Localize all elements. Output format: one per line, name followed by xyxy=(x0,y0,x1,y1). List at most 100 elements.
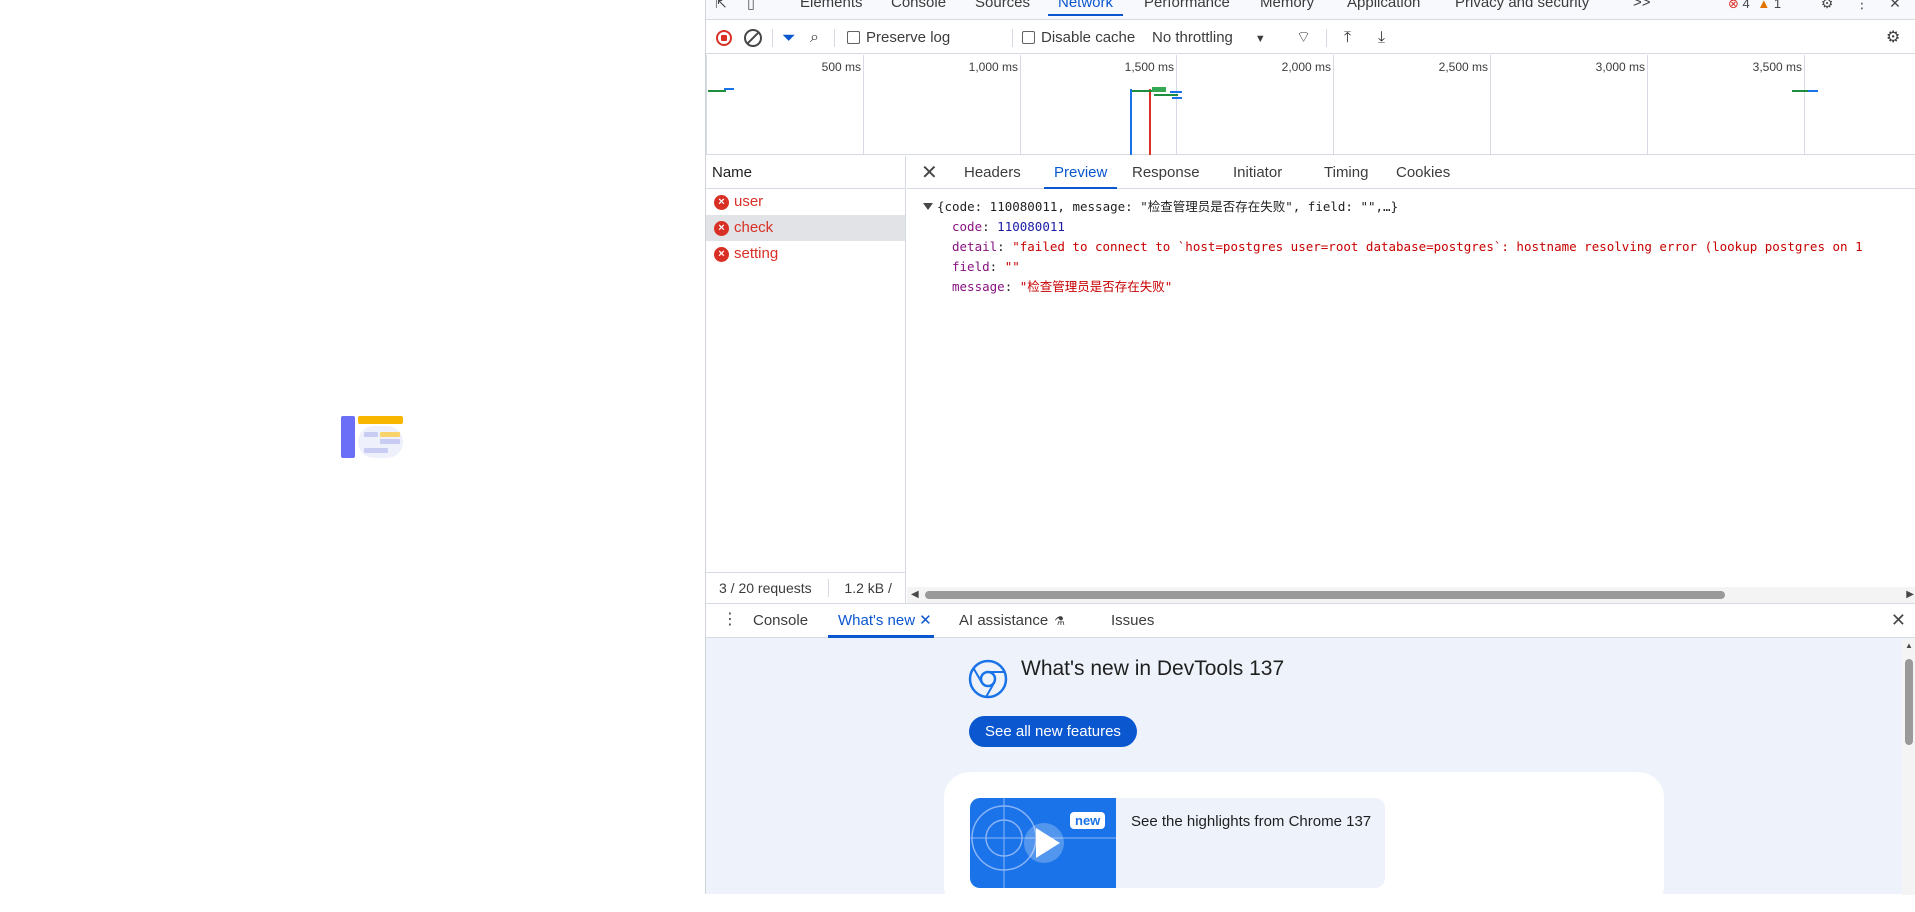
overview-tick: 500 ms xyxy=(821,60,861,74)
tab-timing[interactable]: Timing xyxy=(1324,156,1368,189)
request-row-check[interactable]: × check xyxy=(706,215,905,241)
highlights-card: new See the highlights from Chrome 137 xyxy=(944,772,1664,912)
scrollbar-thumb[interactable] xyxy=(925,591,1725,599)
network-overview[interactable]: 500 ms 1,000 ms 1,500 ms 2,000 ms 2,500 … xyxy=(706,55,1915,155)
json-field-code: code: 110080011 xyxy=(952,219,1065,234)
drawer-menu-icon[interactable]: ⋮ xyxy=(722,612,738,628)
network-toolbar: ⏷ ⌕ Preserve log Disable cache No thrott… xyxy=(706,21,1915,54)
json-field-detail: detail: "failed to connect to `host=post… xyxy=(952,239,1863,254)
more-options-icon[interactable]: ⋮ xyxy=(1853,0,1871,12)
highlight-item[interactable]: new See the highlights from Chrome 137 xyxy=(970,798,1385,888)
horizontal-scrollbar[interactable]: ◀ ▶ xyxy=(907,587,1915,603)
request-detail: ✕ Headers Preview Response Initiator Tim… xyxy=(907,156,1915,603)
devtools-panel: ⇱ ▯ Elements Console Sources Network Per… xyxy=(705,0,1915,912)
scroll-up-icon[interactable]: ▲ xyxy=(1905,641,1913,650)
chrome-devtools-logo-icon xyxy=(968,659,1008,699)
overview-tick: 3,000 ms xyxy=(1595,60,1645,74)
overview-tick: 2,500 ms xyxy=(1438,60,1488,74)
whats-new-title: What's new in DevTools 137 xyxy=(1021,657,1285,680)
detail-tabs: ✕ Headers Preview Response Initiator Tim… xyxy=(907,156,1915,189)
overview-tick: 2,000 ms xyxy=(1281,60,1331,74)
request-row-setting[interactable]: × setting xyxy=(706,241,905,267)
error-icon: × xyxy=(714,247,729,262)
preserve-log-label: Preserve log xyxy=(866,29,951,46)
tab-initiator[interactable]: Initiator xyxy=(1233,156,1282,189)
error-icon: × xyxy=(714,195,729,210)
import-har-icon[interactable]: ⤒ xyxy=(1344,21,1351,54)
request-row-user[interactable]: × user xyxy=(706,189,905,215)
inspect-element-icon[interactable]: ⇱ xyxy=(712,0,730,12)
json-summary: {code: 110080011, message: "检查管理员是否存在失败"… xyxy=(937,199,1399,214)
loading-placeholder-icon xyxy=(341,416,403,458)
see-all-features-button[interactable]: See all new features xyxy=(969,716,1137,747)
close-drawer-icon[interactable]: ✕ xyxy=(1891,610,1906,631)
scroll-right-icon[interactable]: ▶ xyxy=(1906,589,1914,600)
error-icon: ⊗ xyxy=(1728,0,1739,11)
tab-network[interactable]: Network xyxy=(1047,0,1124,19)
close-devtools-icon[interactable]: ✕ xyxy=(1886,0,1904,12)
tab-console[interactable]: Console xyxy=(891,0,946,19)
scroll-left-icon[interactable]: ◀ xyxy=(911,589,919,600)
error-count-badge[interactable]: ⊗ 4 ▲ 1 xyxy=(1728,0,1781,12)
vertical-scrollbar[interactable]: ▲ xyxy=(1902,639,1915,895)
experiment-flask-icon: ⚗ xyxy=(1054,614,1065,628)
page-content xyxy=(0,0,705,894)
request-name: user xyxy=(734,193,764,210)
filter-icon[interactable]: ⏷ xyxy=(782,21,796,54)
tab-sources[interactable]: Sources xyxy=(975,0,1030,19)
close-tab-icon[interactable]: ✕ xyxy=(919,612,932,629)
throttling-select[interactable]: No throttling ▼ xyxy=(1152,21,1266,54)
stop-recording-icon[interactable] xyxy=(716,30,732,46)
clear-icon[interactable] xyxy=(744,29,762,47)
request-status-bar: 3 / 20 requests 1.2 kB / xyxy=(706,572,905,603)
scrollbar-thumb[interactable] xyxy=(1905,659,1913,745)
close-detail-icon[interactable]: ✕ xyxy=(921,160,938,185)
disable-cache-label: Disable cache xyxy=(1041,29,1136,46)
preserve-log-toggle[interactable]: Preserve log xyxy=(847,21,950,54)
error-icon: × xyxy=(714,221,729,236)
request-list: Name × user × check × setting 3 / 20 req… xyxy=(706,156,906,603)
name-column-header[interactable]: Name xyxy=(706,156,905,189)
tab-preview[interactable]: Preview xyxy=(1043,156,1118,189)
more-tabs-button[interactable]: >> xyxy=(1633,0,1651,19)
network-settings-icon[interactable]: ⚙ xyxy=(1886,21,1900,54)
tab-privacy-security[interactable]: Privacy and security xyxy=(1455,0,1589,19)
drawer-tab-whats-new[interactable]: What's new ✕ xyxy=(828,604,934,638)
settings-icon[interactable]: ⚙ xyxy=(1818,0,1836,12)
overview-tick: 1,500 ms xyxy=(1124,60,1174,74)
drawer-tab-ai-assistance[interactable]: AI assistance ⚗ xyxy=(959,604,1065,638)
drawer-tab-console[interactable]: Console xyxy=(753,604,808,638)
json-preview: {code: 110080011, message: "检查管理员是否存在失败"… xyxy=(907,189,1915,569)
tab-elements[interactable]: Elements xyxy=(800,0,863,19)
chevron-down-icon: ▼ xyxy=(1254,33,1266,45)
json-field-field: field: "" xyxy=(952,259,1020,274)
overview-tick: 3,500 ms xyxy=(1752,60,1802,74)
tab-performance[interactable]: Performance xyxy=(1144,0,1230,19)
network-conditions-icon[interactable]: ⌔ xyxy=(1296,21,1311,54)
device-toolbar-icon[interactable]: ▯ xyxy=(742,0,760,12)
tab-response[interactable]: Response xyxy=(1132,156,1200,189)
tab-cookies[interactable]: Cookies xyxy=(1396,156,1450,189)
expand-caret-icon[interactable] xyxy=(923,203,933,210)
request-name: check xyxy=(734,219,774,236)
drawer-tabbar: ⋮ Console What's new ✕ AI assistance ⚗ Iss… xyxy=(706,604,1915,638)
overview-tick: 1,000 ms xyxy=(968,60,1018,74)
devtools-tabbar: ⇱ ▯ Elements Console Sources Network Per… xyxy=(706,0,1915,20)
json-summary-row[interactable]: {code: 110080011, message: "检查管理员是否存在失败"… xyxy=(907,197,1915,217)
disable-cache-toggle[interactable]: Disable cache xyxy=(1022,21,1135,54)
drawer-tab-issues[interactable]: Issues xyxy=(1111,604,1154,638)
json-field-message: message: "检查管理员是否存在失败" xyxy=(952,279,1173,294)
new-badge: new xyxy=(1070,812,1106,829)
highlight-text: See the highlights from Chrome 137 xyxy=(1131,813,1372,830)
request-count: 3 / 20 requests xyxy=(719,580,812,596)
tab-application[interactable]: Application xyxy=(1347,0,1420,19)
request-name: setting xyxy=(734,245,779,262)
devtools-drawer: ⋮ Console What's new ✕ AI assistance ⚗ Iss… xyxy=(706,603,1915,912)
tab-memory[interactable]: Memory xyxy=(1260,0,1314,19)
transfer-size: 1.2 kB / xyxy=(844,580,892,596)
warning-icon: ▲ xyxy=(1757,0,1771,11)
export-har-icon[interactable]: ⤓ xyxy=(1378,21,1385,54)
search-icon[interactable]: ⌕ xyxy=(810,21,819,54)
video-thumbnail[interactable]: new xyxy=(970,798,1116,888)
tab-headers[interactable]: Headers xyxy=(964,156,1021,189)
